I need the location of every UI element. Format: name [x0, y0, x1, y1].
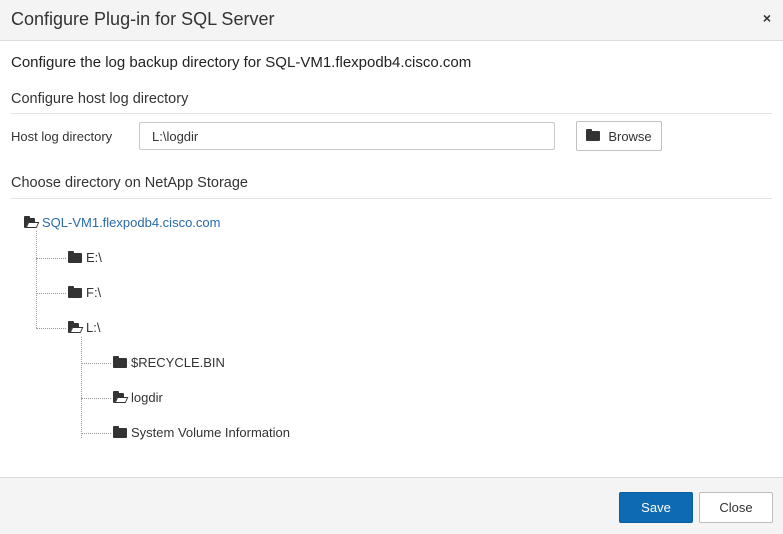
log-backup-heading: Configure the log backup directory for S…	[11, 54, 472, 71]
folder-open-icon	[24, 215, 40, 228]
tree-node-label: E:\	[86, 250, 102, 265]
tree-node-l-drive[interactable]: L:\	[68, 320, 100, 335]
folder-icon	[586, 129, 601, 141]
browse-button[interactable]: Browse	[576, 121, 662, 151]
tree-connector	[81, 398, 111, 399]
host-log-section-title: Configure host log directory	[11, 91, 189, 107]
tree-connector	[36, 258, 66, 259]
tree-node-label: F:\	[86, 285, 102, 300]
tree-node-label: logdir	[131, 390, 163, 405]
section-divider	[11, 198, 772, 199]
tree-node-logdir[interactable]: logdir	[113, 390, 163, 405]
folder-icon	[113, 355, 127, 368]
tree-node-label: L:\	[86, 320, 101, 335]
browse-button-label: Browse	[608, 128, 652, 144]
tree-node-label: System Volume Information	[131, 425, 290, 440]
tree-connector	[36, 328, 66, 329]
tree-node-f-drive[interactable]: F:\	[68, 285, 101, 300]
section-divider	[11, 113, 772, 114]
folder-icon	[68, 285, 82, 298]
tree-node-label: $RECYCLE.BIN	[131, 355, 225, 370]
folder-open-icon	[68, 320, 84, 333]
configure-plugin-dialog: Configure Plug-in for SQL Server × Confi…	[0, 0, 783, 534]
tree-connector	[36, 231, 37, 328]
folder-icon	[113, 425, 127, 438]
tree-node-label: SQL-VM1.flexpodb4.cisco.com	[42, 215, 221, 230]
tree-connector	[81, 337, 82, 438]
host-log-directory-input[interactable]	[139, 122, 555, 150]
close-button[interactable]: Close	[699, 492, 773, 523]
save-button[interactable]: Save	[619, 492, 693, 523]
tree-connector	[36, 293, 66, 294]
folder-icon	[68, 250, 82, 263]
folder-open-icon	[113, 390, 129, 403]
netapp-storage-section-title: Choose directory on NetApp Storage	[11, 175, 248, 191]
tree-node-recycle-bin[interactable]: $RECYCLE.BIN	[113, 355, 225, 370]
dialog-title: Configure Plug-in for SQL Server	[11, 9, 275, 29]
tree-node-system-volume-information[interactable]: System Volume Information	[113, 425, 290, 440]
tree-connector	[81, 363, 111, 364]
dialog-header: Configure Plug-in for SQL Server ×	[0, 0, 783, 41]
host-log-directory-label: Host log directory	[11, 129, 113, 144]
tree-connector	[81, 433, 111, 434]
tree-node-sql-vm1[interactable]: SQL-VM1.flexpodb4.cisco.com	[24, 215, 220, 230]
tree-node-e-drive[interactable]: E:\	[68, 250, 102, 265]
close-icon[interactable]: ×	[763, 10, 771, 26]
